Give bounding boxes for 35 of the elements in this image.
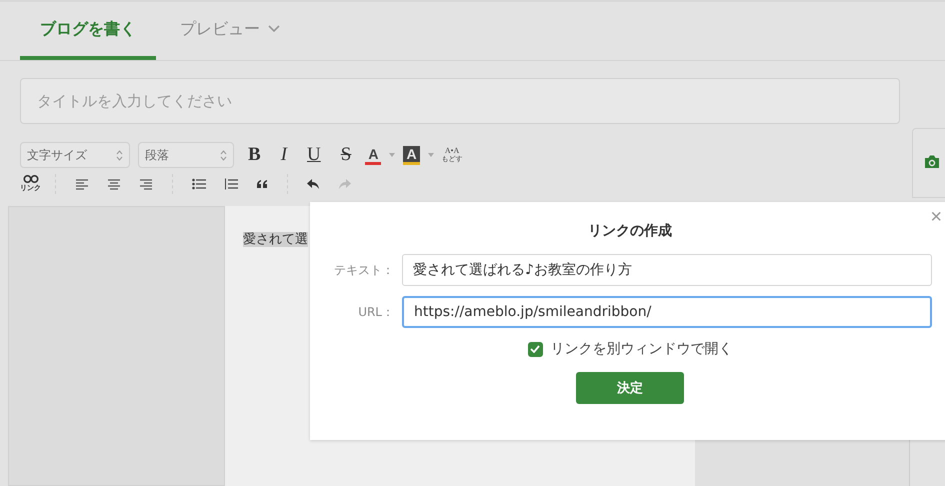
dropdown-select[interactable]: 文字サイズ [20,142,130,168]
submit-button[interactable]: 決定 [576,372,684,404]
input-field[interactable]: https://ameblo.jp/smileandribbon/ [402,296,932,328]
quote-icon [256,180,268,188]
title-field[interactable]: タイトルを入力してください [20,78,900,124]
selected-text: 愛されて選 [243,232,308,247]
dropdown-select[interactable]: 段落 [138,142,234,168]
stepper-icon [116,150,123,160]
link-icon [22,175,38,183]
input-field[interactable]: 愛されて選ばれる♪お教室の作り方 [402,254,932,286]
stepper-icon [220,150,227,160]
bold-button[interactable]: B [242,144,267,166]
redo-icon [338,178,351,190]
field-label: URL： [357,304,395,320]
bullet-list-icon [192,178,206,190]
caret-icon [389,153,396,157]
strike-button[interactable]: S [334,144,358,166]
chevron-down-icon [268,25,280,33]
underline-button[interactable]: U [301,144,327,166]
field-label: テキスト： [333,262,395,278]
align-left-icon [75,177,89,191]
camera-icon [924,155,940,168]
caret-icon [428,153,434,157]
image-tab[interactable] [912,128,945,198]
font-color-button[interactable]: A [365,146,382,164]
checkbox[interactable] [528,342,542,356]
numbered-list-icon [224,178,238,190]
checkbox-label: リンクを別ウィンドウで開く [550,340,732,358]
undo-icon [307,178,320,190]
tab[interactable]: ブログを書く [20,2,156,60]
align-center-icon [107,177,121,191]
align-right-icon [139,177,153,191]
highlight-button[interactable]: A [403,146,420,164]
dialog-title: リンクの作成 [588,222,672,240]
italic-button[interactable]: I [274,144,294,166]
